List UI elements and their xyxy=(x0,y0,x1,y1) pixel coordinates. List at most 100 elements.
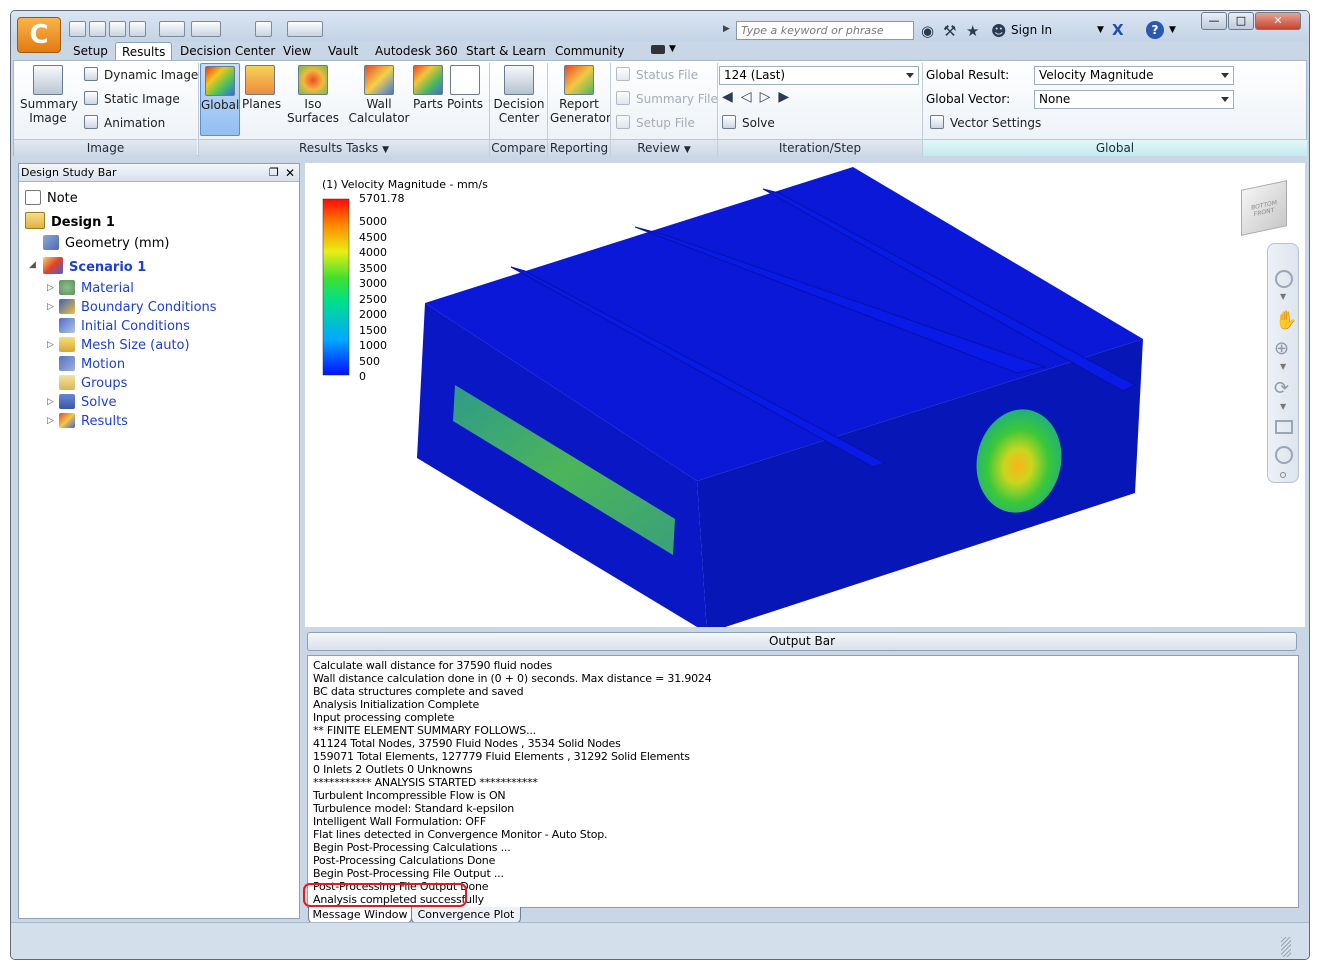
first-step-icon[interactable]: ◀ xyxy=(722,89,741,105)
results-expand-icon[interactable]: ▷ xyxy=(47,416,54,426)
zoom-icon[interactable]: ⊕ xyxy=(1274,338,1289,359)
maximize-button[interactable]: □ xyxy=(1228,12,1254,30)
tab-autodesk-360[interactable]: Autodesk 360 xyxy=(369,42,464,60)
mesh-size-expand-icon[interactable]: ▷ xyxy=(47,340,54,350)
tab-results[interactable]: Results xyxy=(115,42,173,60)
zoom-dropdown-icon[interactable]: ▼ xyxy=(1280,362,1286,371)
global-result-select[interactable]: Velocity Magnitude xyxy=(1034,66,1234,85)
boundary-conditions-expand-icon[interactable]: ▷ xyxy=(47,302,54,312)
output-message-window[interactable]: Calculate wall distance for 37590 fluid … xyxy=(307,655,1299,908)
tree-label-geometry: Geometry (mm) xyxy=(65,236,170,251)
planes-label: Planes xyxy=(242,97,282,111)
save-icon[interactable] xyxy=(109,21,126,37)
resize-grip-icon[interactable] xyxy=(1281,937,1291,957)
help-dropdown-icon[interactable]: ▼ xyxy=(1169,25,1176,35)
material-expand-icon[interactable]: ▷ xyxy=(47,283,54,293)
iso-surfaces-button[interactable]: Iso Surfaces xyxy=(280,65,346,125)
decision-center-button[interactable]: Decision Center xyxy=(492,65,546,125)
report-generator-label-2: Generator xyxy=(550,111,611,125)
binoculars-icon[interactable]: ◉ xyxy=(921,22,934,40)
tree-item-boundary-conditions[interactable]: Boundary Conditions xyxy=(59,299,217,317)
global-button[interactable]: Global xyxy=(200,63,240,136)
points-button[interactable]: Points xyxy=(446,65,484,111)
sign-in-dropdown-icon[interactable]: ▼ xyxy=(1097,25,1104,35)
close-button[interactable]: ✕ xyxy=(1255,12,1301,30)
group-label-review[interactable]: Review ▼ xyxy=(611,139,717,156)
tree-item-results[interactable]: Results xyxy=(59,413,128,431)
favorites-star-icon[interactable]: ★ xyxy=(966,22,979,40)
animation-button[interactable]: Animation xyxy=(84,114,165,132)
minimize-button[interactable]: — xyxy=(1201,12,1227,30)
dynamic-image-button[interactable]: Dynamic Image xyxy=(84,66,198,84)
search-input[interactable]: Type a keyword or phrase xyxy=(736,21,914,40)
search-expand-icon[interactable]: ▶ xyxy=(723,24,730,34)
save-as-icon[interactable] xyxy=(129,21,146,37)
tree-label-design: Design 1 xyxy=(51,215,115,230)
previous-step-icon[interactable]: ◁ xyxy=(741,89,760,105)
tab-setup[interactable]: Setup xyxy=(67,42,114,60)
tree-item-initial-conditions[interactable]: Initial Conditions xyxy=(59,318,190,336)
float-panel-icon[interactable]: ❐ xyxy=(269,164,279,182)
open-icon[interactable] xyxy=(89,21,106,37)
steering-wheel-icon[interactable] xyxy=(1275,270,1293,288)
close-panel-icon[interactable]: ✕ xyxy=(285,164,295,182)
view-cube-toggle-icon[interactable] xyxy=(191,21,221,37)
orbit-icon[interactable]: ⟳ xyxy=(1274,378,1289,399)
help-button[interactable]: ? xyxy=(1146,21,1164,39)
wall-calculator-button[interactable]: Wall Calculator xyxy=(348,65,410,125)
tree-item-mesh-size[interactable]: Mesh Size (auto) xyxy=(59,337,190,355)
global-vector-select[interactable]: None xyxy=(1034,90,1234,109)
tab-decision-center[interactable]: Decision Center xyxy=(174,42,281,60)
tab-start-learn[interactable]: Start & Learn xyxy=(460,42,552,60)
pan-hand-icon[interactable]: ✋ xyxy=(1275,310,1297,331)
solve-button[interactable]: Solve xyxy=(722,114,775,132)
ribbon-minimize-icon[interactable] xyxy=(651,45,665,54)
global-vector-value: None xyxy=(1039,92,1071,106)
ribbon-options-icon[interactable]: ▼ xyxy=(669,44,676,54)
group-label-results-tasks[interactable]: Results Tasks ▼ xyxy=(199,139,489,156)
tree-item-motion[interactable]: Motion xyxy=(59,356,125,374)
output-bar-header[interactable]: Output Bar xyxy=(307,632,1297,651)
iteration-select[interactable]: 124 (Last) xyxy=(719,66,919,85)
status-file-button[interactable]: Status File xyxy=(616,66,698,84)
tab-view[interactable]: View xyxy=(277,42,317,60)
summary-image-button[interactable]: Summary Image xyxy=(20,65,78,125)
tree-item-geometry[interactable]: Geometry (mm) xyxy=(43,235,169,253)
last-step-icon[interactable]: ▶ xyxy=(778,89,797,105)
new-icon[interactable] xyxy=(69,21,86,37)
exchange-apps-icon[interactable]: X xyxy=(1112,21,1124,39)
view-cube[interactable]: BOTTOM FRONT xyxy=(1241,180,1287,236)
steering-wheel-dropdown-icon[interactable]: ▼ xyxy=(1280,292,1286,301)
clear-icon[interactable] xyxy=(1275,446,1293,464)
sign-in-button[interactable]: Sign In xyxy=(1011,23,1052,37)
tree-item-design[interactable]: Design 1 xyxy=(25,212,115,230)
tree-item-groups[interactable]: Groups xyxy=(59,375,127,393)
customize-toolbar-icon[interactable] xyxy=(287,21,323,37)
next-step-icon[interactable]: ▷ xyxy=(760,89,779,105)
tree-item-scenario[interactable]: Scenario 1 xyxy=(43,257,146,275)
report-generator-button[interactable]: Report Generator xyxy=(550,65,611,125)
tree-item-note[interactable]: Note xyxy=(25,190,78,208)
planes-button[interactable]: Planes xyxy=(242,65,282,111)
select-mode-icon[interactable] xyxy=(159,21,185,37)
solve-expand-icon[interactable]: ▷ xyxy=(47,397,54,407)
tab-vault[interactable]: Vault xyxy=(322,42,364,60)
report-generator-icon xyxy=(564,65,594,95)
material-icon xyxy=(59,280,75,295)
summary-file-button[interactable]: Summary File xyxy=(616,90,718,108)
navbar-options-icon[interactable] xyxy=(1280,472,1286,478)
tab-community[interactable]: Community xyxy=(549,42,630,60)
static-image-button[interactable]: Static Image xyxy=(84,90,180,108)
tree-item-solve[interactable]: Solve xyxy=(59,394,117,412)
window-layout-icon[interactable] xyxy=(255,21,272,37)
vector-settings-button[interactable]: Vector Settings xyxy=(930,114,1041,132)
graphics-viewport[interactable]: (1) Velocity Magnitude - mm/s 5701.78 50… xyxy=(305,163,1305,633)
setup-file-button[interactable]: Setup File xyxy=(616,114,695,132)
scenario-collapse-icon[interactable]: ◢ xyxy=(29,260,36,270)
mesh-icon xyxy=(59,337,75,352)
orbit-dropdown-icon[interactable]: ▼ xyxy=(1280,402,1286,411)
tree-item-material[interactable]: Material xyxy=(59,280,134,298)
look-at-icon[interactable] xyxy=(1275,420,1293,434)
parts-button[interactable]: Parts xyxy=(412,65,444,111)
wrench-icon[interactable]: ⚒ xyxy=(943,22,956,40)
